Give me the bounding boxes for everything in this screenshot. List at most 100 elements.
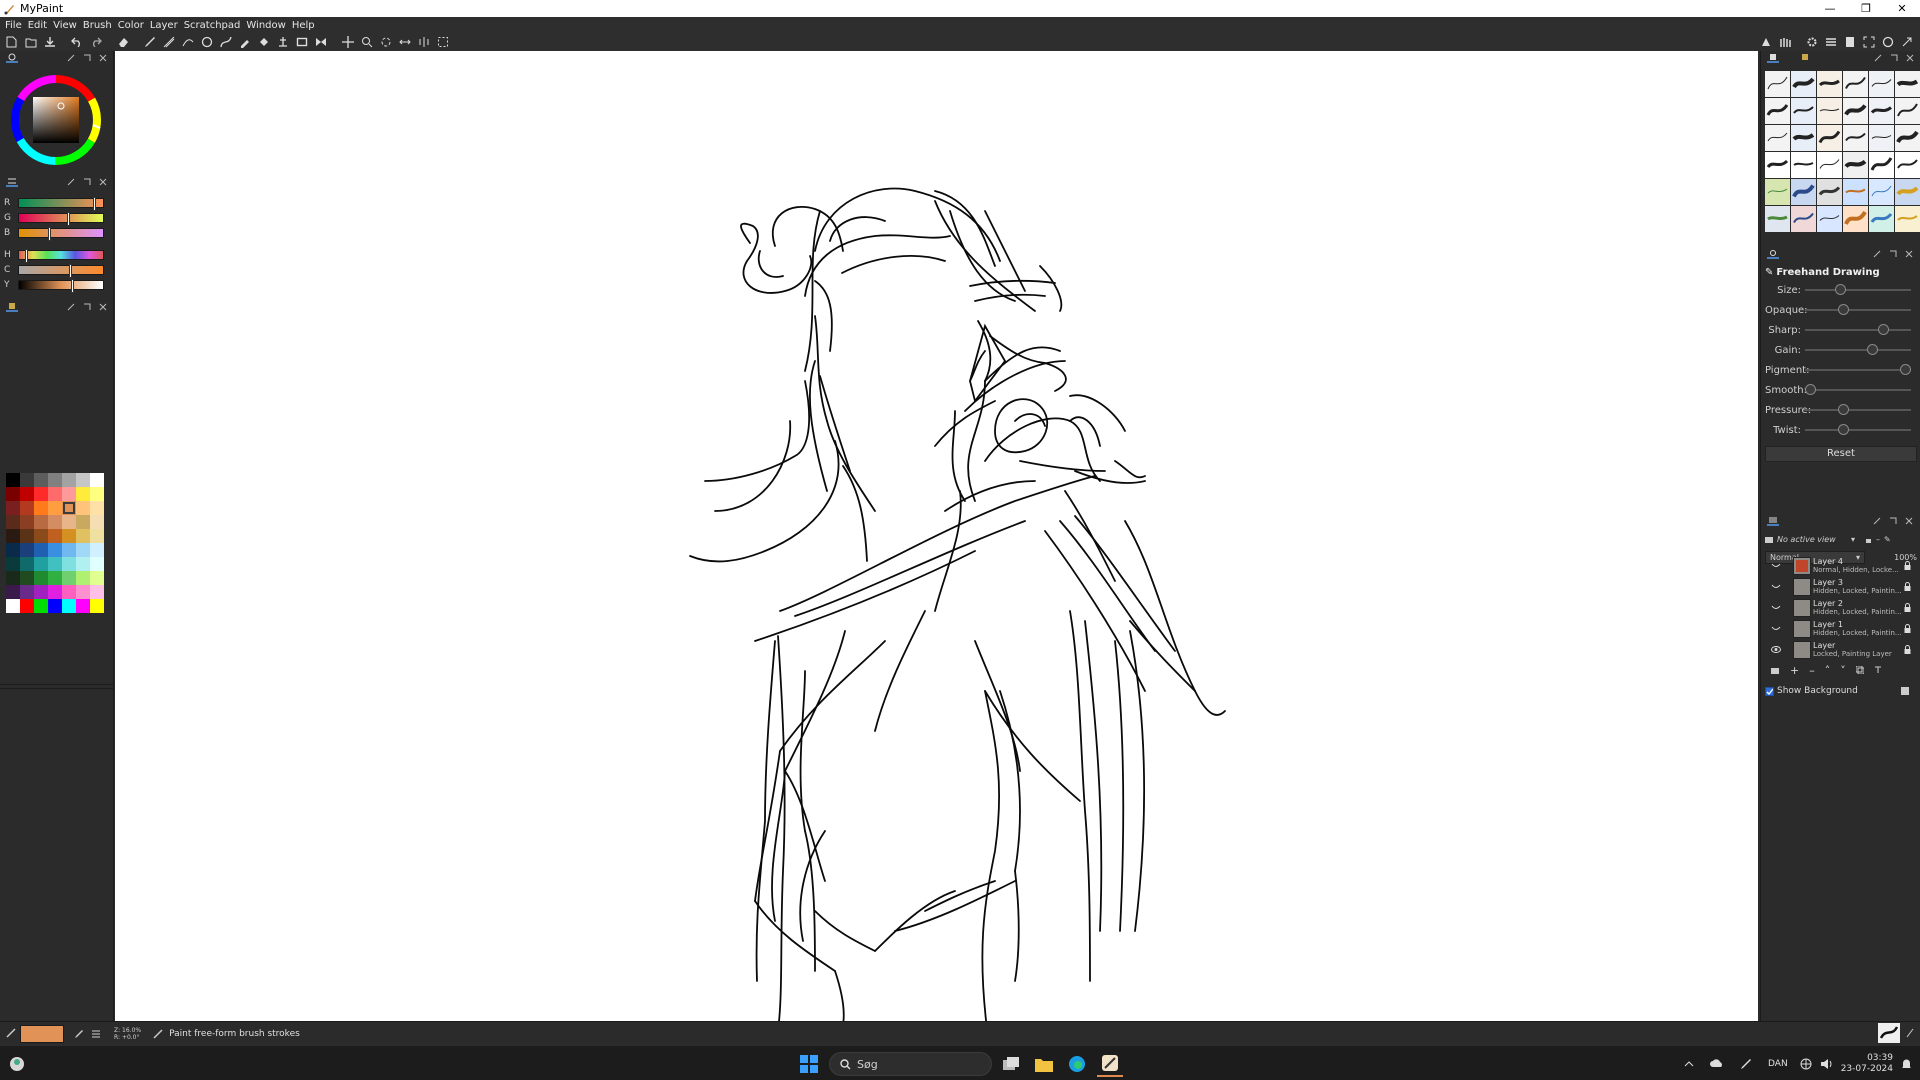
lock-icon[interactable] [1904,561,1911,570]
brush-preset-thumbnail[interactable] [1817,125,1842,151]
detach-icon[interactable] [83,303,91,311]
palette-swatch[interactable] [20,599,34,613]
brush-settings-tab-icon[interactable] [1767,249,1779,259]
curve-tool-icon[interactable] [216,33,235,51]
menu-layer[interactable]: Layer [149,20,183,31]
palette-swatch[interactable] [6,585,20,599]
palette-swatch[interactable] [62,487,76,501]
slider-knob[interactable] [1838,424,1850,435]
green-slider[interactable] [18,211,104,226]
palette-swatch[interactable] [48,515,62,529]
palette-swatch[interactable] [62,501,76,515]
palette-swatch[interactable] [62,599,76,613]
options-icon[interactable] [67,54,75,62]
palette-swatch[interactable] [6,501,20,515]
taskbar-search-box[interactable]: Søg [829,1052,992,1076]
options-icon[interactable] [1874,54,1882,62]
palette-swatch[interactable] [20,585,34,599]
brush-preset-thumbnail[interactable] [1765,98,1790,124]
minimize-button[interactable]: — [1812,0,1848,17]
scratchpad-icon[interactable] [1756,33,1775,51]
palette-swatch[interactable] [34,501,48,515]
palette-swatch[interactable] [20,557,34,571]
palette-swatch[interactable] [48,585,62,599]
menu-edit[interactable]: Edit [27,20,52,31]
network-globe-icon[interactable] [1800,1058,1812,1070]
layer-view-selector[interactable]: No active view [1777,535,1847,544]
layer-move-icon[interactable] [273,33,292,51]
chevron-down-icon[interactable]: ▾ [1851,535,1855,544]
palette-swatch[interactable] [48,501,62,515]
layer-row[interactable]: Layer 3 Hidden, Locked, Paintin... [1765,576,1917,597]
flip-view-icon[interactable] [414,33,433,51]
brush-preset-thumbnail[interactable] [1817,206,1842,232]
settings-gear-icon[interactable] [1802,33,1821,51]
palette-swatch[interactable] [6,557,20,571]
close-panel-icon[interactable] [99,54,107,62]
visibility-hidden-icon[interactable] [1765,626,1787,632]
brush-setting-slider[interactable] [1805,324,1911,335]
rotate-view-icon[interactable] [376,33,395,51]
brush-preset-thumbnail[interactable] [1791,206,1816,232]
mypaint-taskbar-icon[interactable] [1097,1051,1123,1077]
color-wheel-tab-icon[interactable] [6,53,18,63]
palette-swatch[interactable] [48,557,62,571]
lock-icon[interactable] [1904,582,1911,591]
palette-swatch[interactable] [62,543,76,557]
detach-icon[interactable] [1889,517,1897,525]
lines-tool-icon[interactable] [178,33,197,51]
brush-preset-thumbnail[interactable] [1895,71,1920,97]
visibility-hidden-icon[interactable] [1765,584,1787,590]
menu-brush[interactable]: Brush [82,20,117,31]
menu-file[interactable]: File [4,20,27,31]
palette-swatch[interactable] [62,585,76,599]
freehand-brush-icon[interactable] [140,33,159,51]
palette-tab-icon[interactable] [6,302,18,312]
brush-preset-thumbnail[interactable] [1843,71,1868,97]
merge-layer-icon[interactable] [1874,666,1882,674]
palette-swatch[interactable] [20,473,34,487]
palette-swatch[interactable] [76,515,90,529]
move-layer-up-icon[interactable]: ˄ [1825,664,1831,677]
palette-swatch[interactable] [76,557,90,571]
expand-icon[interactable] [1897,33,1916,51]
current-color-swatch[interactable] [20,1024,64,1043]
palette-swatch[interactable] [6,487,20,501]
pen-input-icon[interactable] [1740,1058,1752,1070]
slider-knob[interactable] [1835,284,1847,295]
brush-preset-thumbnail[interactable] [1817,179,1842,205]
brush-preset-thumbnail[interactable] [1869,152,1894,178]
visibility-hidden-icon[interactable] [1765,563,1787,569]
palette-swatch[interactable] [76,501,90,515]
palette-swatch[interactable] [76,571,90,585]
brush-palette-icon[interactable] [1775,33,1794,51]
palette-swatch[interactable] [20,501,34,515]
close-panel-icon[interactable] [99,178,107,186]
close-panel-icon[interactable] [99,303,107,311]
layers-list-icon[interactable] [1821,33,1840,51]
palette-swatch[interactable] [90,515,104,529]
palette-swatch[interactable] [62,529,76,543]
menu-color[interactable]: Color [117,20,149,31]
options-icon[interactable] [67,178,75,186]
brush-group-tab-icon[interactable] [1799,53,1811,63]
palette-swatch[interactable] [48,473,62,487]
input-language[interactable]: DAN [1768,1059,1788,1069]
palette-swatch[interactable] [90,571,104,585]
brush-preset-thumbnail[interactable] [1869,125,1894,151]
onedrive-cloud-icon[interactable] [1710,1059,1724,1068]
blue-slider[interactable] [18,226,104,241]
lock-icon[interactable] [1904,645,1911,654]
save-icon[interactable] [40,33,59,51]
brush-preset-thumbnail[interactable] [1895,206,1920,232]
slider-knob[interactable] [1838,404,1850,415]
add-layer-icon[interactable]: + [1790,664,1799,677]
brush-setting-slider[interactable] [1805,384,1911,395]
restore-button[interactable]: ❐ [1848,0,1884,17]
palette-swatch[interactable] [76,487,90,501]
palette-swatch[interactable] [76,543,90,557]
lock-icon[interactable] [1904,603,1911,612]
red-slider[interactable] [18,196,104,211]
palette-swatch[interactable] [34,599,48,613]
fit-view-icon[interactable] [433,33,452,51]
